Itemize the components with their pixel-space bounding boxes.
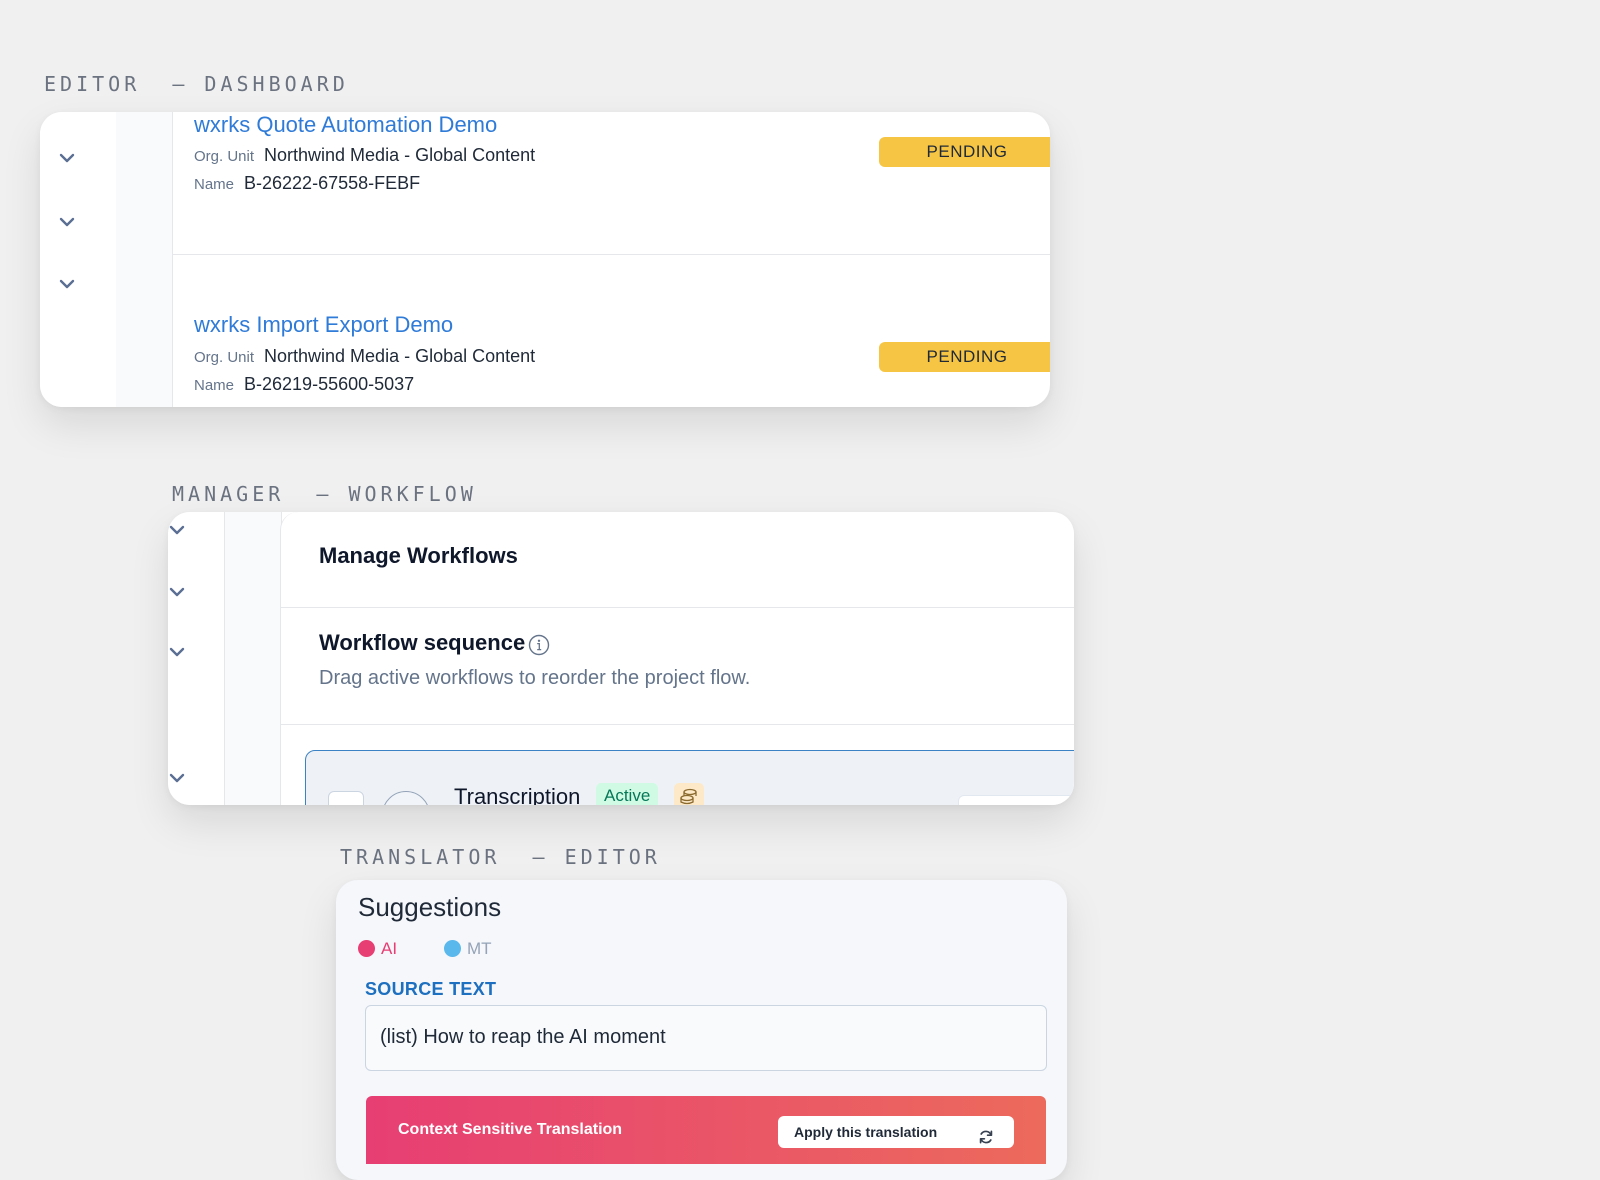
- cst-title: Context Sensitive Translation: [398, 1121, 623, 1138]
- name-label: Name: [194, 176, 235, 193]
- workflow-secondary-rail: [225, 512, 282, 805]
- org-unit-value: Northwind Media - Global Content: [264, 145, 536, 165]
- status-badge: PENDING: [879, 342, 1050, 372]
- org-unit-meta: Org. Unit Northwind Media - Global Conten…: [194, 145, 535, 166]
- status-badge: Active: [596, 783, 659, 805]
- org-unit-value: Northwind Media - Global Content: [264, 346, 536, 366]
- workflow-step-circle: [382, 791, 430, 805]
- project-title-link[interactable]: wxrks Quote Automation Demo: [194, 112, 497, 138]
- status-badge: PENDING: [879, 137, 1050, 167]
- section-label-manager-workflow: MANAGER — WORKFLOW: [172, 482, 477, 506]
- context-sensitive-translation-header: Context Sensitive Translation Apply this…: [366, 1096, 1046, 1164]
- info-icon[interactable]: [528, 634, 550, 656]
- source-text-label: SOURCE TEXT: [365, 979, 497, 999]
- name-meta: Name B-26222-67558-FEBF: [194, 173, 420, 194]
- chevron-down-icon[interactable]: [168, 586, 186, 600]
- header-divider: [281, 607, 1074, 608]
- page-title: Manage Workflows: [319, 543, 518, 568]
- chevron-down-icon[interactable]: [168, 524, 186, 538]
- workflow-card: Manage Workflows Workflow sequence Drag …: [168, 512, 1074, 805]
- refresh-icon[interactable]: [978, 1124, 994, 1144]
- chevron-down-icon[interactable]: [168, 772, 186, 786]
- org-unit-meta: Org. Unit Northwind Media - Global Conten…: [194, 346, 535, 367]
- apply-translation-button[interactable]: Apply this translation: [778, 1116, 1014, 1148]
- sequence-divider: [281, 724, 1074, 725]
- ai-legend-label: AI: [381, 939, 398, 958]
- workflow-name: Transcription: [454, 784, 581, 805]
- workflow-panel: Manage Workflows Workflow sequence Drag …: [280, 512, 1074, 805]
- mt-legend-label: MT: [467, 939, 492, 958]
- coins-icon: [674, 783, 704, 805]
- chevron-down-icon[interactable]: [168, 646, 186, 660]
- mt-legend-dot: [444, 940, 461, 957]
- section-label-editor-dashboard: EDITOR — DASHBOARD: [44, 72, 349, 96]
- source-text-field[interactable]: (list) How to reap the AI moment: [365, 1005, 1047, 1071]
- sequence-title: Workflow sequence: [319, 630, 526, 655]
- workflow-item-transcription[interactable]: Transcription Active: [305, 750, 1074, 805]
- name-value: B-26222-67558-FEBF: [244, 173, 421, 193]
- ai-legend-dot: [358, 940, 375, 957]
- section-label-translator-editor: TRANSLATOR — EDITOR: [340, 845, 661, 869]
- org-unit-label: Org. Unit: [194, 148, 255, 165]
- name-value: B-26219-55600-5037: [244, 374, 415, 394]
- dashboard-card: wxrks Quote Automation Demo Org. Unit Nor…: [40, 112, 1050, 407]
- chevron-down-icon[interactable]: [58, 216, 76, 230]
- sequence-hint: Drag active workflows to reorder the pro…: [319, 667, 751, 689]
- dashboard-secondary-rail: [116, 112, 173, 407]
- org-unit-label: Org. Unit: [194, 349, 255, 366]
- chevron-down-icon[interactable]: [58, 152, 76, 166]
- chevron-down-icon[interactable]: [58, 278, 76, 292]
- row-divider: [173, 254, 1050, 255]
- project-title-link[interactable]: wxrks Import Export Demo: [194, 312, 453, 338]
- suggestions-title: Suggestions: [358, 892, 502, 922]
- workflow-action-control[interactable]: [958, 795, 1074, 805]
- apply-translation-label: Apply this translation: [794, 1124, 938, 1140]
- name-label: Name: [194, 377, 235, 394]
- dashboard-icon-rail: [40, 112, 117, 407]
- drag-handle[interactable]: [328, 791, 364, 805]
- name-meta: Name B-26219-55600-5037: [194, 374, 414, 395]
- suggestions-card: Suggestions AI MT SOURCE TEXT (list) How…: [336, 880, 1067, 1180]
